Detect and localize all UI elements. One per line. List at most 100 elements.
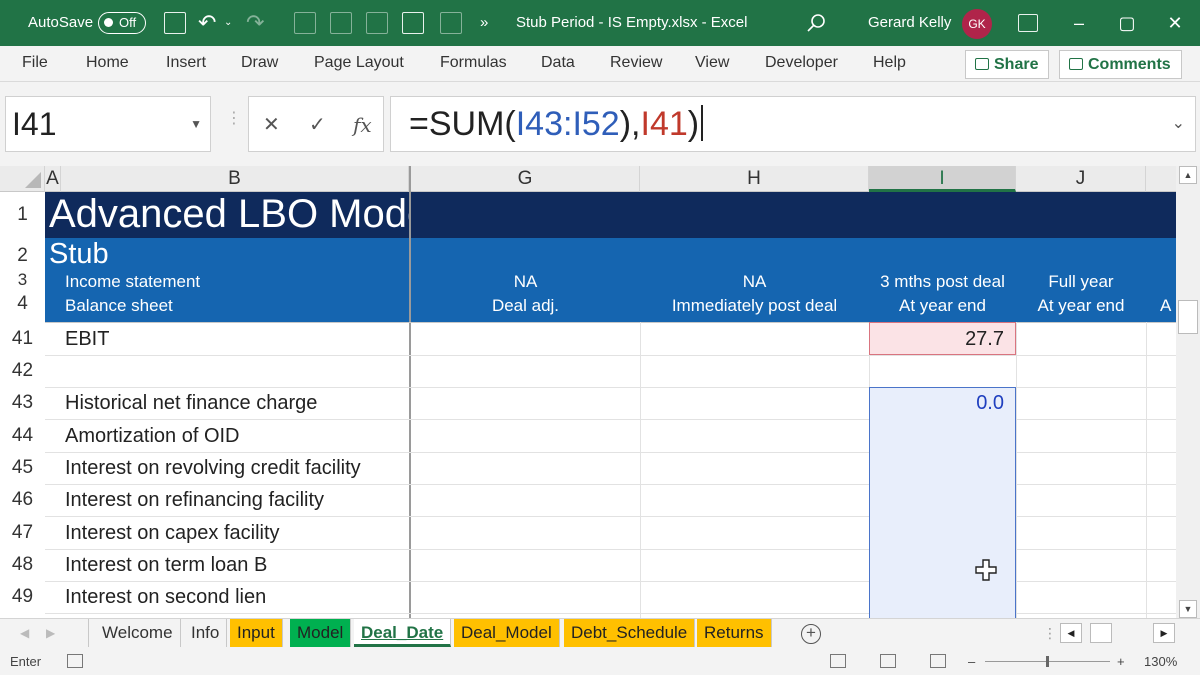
col-header-g[interactable]: G <box>411 166 640 192</box>
row-label[interactable]: EBIT <box>65 323 109 355</box>
row-label[interactable]: Interest on term loan B <box>65 549 267 581</box>
finance-charge-value[interactable]: 0.0 <box>869 387 1004 419</box>
col-header-k[interactable] <box>1146 166 1176 192</box>
prev-sheet-icon[interactable]: ◀ <box>20 619 29 647</box>
row-label[interactable]: Interest on capex facility <box>65 517 280 549</box>
tab-data[interactable]: Data <box>541 46 575 82</box>
sheet-tab-debt-schedule[interactable]: Debt_Schedule <box>564 619 696 647</box>
row-header-46[interactable]: 46 <box>0 484 45 516</box>
row-header-1[interactable]: 1 <box>0 192 45 238</box>
comments-button[interactable]: Comments <box>1059 50 1182 79</box>
text-caret <box>701 105 704 141</box>
avatar[interactable]: GK <box>962 9 992 39</box>
worksheet-grid[interactable]: A B G H I J Advanced LBO Model Stub 1 2 … <box>0 166 1176 618</box>
expand-formula-icon[interactable]: ⌄ <box>1172 97 1185 151</box>
row-label[interactable]: Amortization of OID <box>65 420 240 452</box>
sheet-tab-returns[interactable]: Returns <box>697 619 772 647</box>
undo-dropdown-icon[interactable]: ⌄ <box>224 0 232 46</box>
select-all-corner[interactable] <box>0 166 45 192</box>
row-header-4[interactable]: 4 <box>0 292 45 320</box>
tab-draw[interactable]: Draw <box>241 46 278 82</box>
row-header-41[interactable]: 41 <box>0 323 45 355</box>
row-header-44[interactable]: 44 <box>0 420 45 452</box>
enter-icon[interactable]: ✓ <box>309 97 326 153</box>
redo-icon[interactable]: ↷ <box>246 0 264 46</box>
tab-file[interactable]: File <box>22 46 48 82</box>
sheet-tab-input[interactable]: Input <box>230 619 283 647</box>
freeze-pane-divider <box>409 166 411 618</box>
scroll-down-icon[interactable]: ▼ <box>1179 600 1197 618</box>
tab-formulas[interactable]: Formulas <box>440 46 507 82</box>
tab-page-layout[interactable]: Page Layout <box>314 46 404 82</box>
tab-help[interactable]: Help <box>873 46 906 82</box>
col-header-a[interactable]: A <box>45 166 61 192</box>
row-label[interactable]: Interest on revolving credit facility <box>65 452 361 484</box>
search-icon[interactable] <box>806 12 828 34</box>
row-label[interactable]: Interest on refinancing facility <box>65 484 324 516</box>
ebit-value[interactable]: 27.7 <box>869 323 1004 355</box>
page-break-view-icon[interactable] <box>930 654 946 668</box>
vertical-scrollbar[interactable]: ▲ ▼ <box>1176 166 1200 618</box>
col-header-i[interactable]: I <box>869 166 1016 192</box>
income-statement-label: Income statement <box>65 272 201 291</box>
accessibility-icon[interactable] <box>67 654 83 668</box>
sheet-tab-deal-model[interactable]: Deal_Model <box>454 619 560 647</box>
sheet-tab-welcome[interactable]: Welcome <box>95 619 181 647</box>
formula-input[interactable]: =SUM(I43:I52),I41) ⌄ <box>390 96 1196 152</box>
normal-view-icon[interactable] <box>830 654 846 668</box>
tab-home[interactable]: Home <box>86 46 129 82</box>
calculator-icon[interactable] <box>402 12 424 34</box>
row-header-3[interactable]: 3 <box>0 271 45 288</box>
scroll-right-icon[interactable]: ▶ <box>1153 623 1175 643</box>
tab-developer[interactable]: Developer <box>765 46 838 82</box>
autosave-toggle[interactable]: Off <box>98 12 146 34</box>
col-header-b[interactable]: B <box>61 166 409 192</box>
row-header-2[interactable]: 2 <box>0 238 45 272</box>
sheet-tab-deal-date[interactable]: Deal_Date <box>354 619 452 647</box>
scroll-thumb[interactable] <box>1178 300 1198 334</box>
cancel-icon[interactable]: ✕ <box>263 97 280 153</box>
share-button[interactable]: Share <box>965 50 1050 79</box>
ribbon-display-icon[interactable] <box>1018 14 1038 32</box>
insert-function-icon[interactable]: fx <box>353 97 372 153</box>
zoom-slider-thumb[interactable] <box>1046 656 1049 667</box>
col-header-h[interactable]: H <box>640 166 869 192</box>
minimize-button[interactable]: – <box>1056 0 1102 46</box>
tab-split-handle-icon[interactable]: ⋮ <box>1043 625 1057 642</box>
row-label[interactable]: Historical net finance charge <box>65 387 317 419</box>
horizontal-scroll-thumb[interactable] <box>1090 623 1112 643</box>
more-commands-icon[interactable]: » <box>480 0 488 46</box>
row-header-45[interactable]: 45 <box>0 452 45 484</box>
undo-icon[interactable]: ↶ <box>198 0 216 46</box>
camera-icon[interactable] <box>294 12 316 34</box>
row-header-43[interactable]: 43 <box>0 387 45 419</box>
tab-review[interactable]: Review <box>610 46 662 82</box>
name-box[interactable]: I41 ▼ <box>5 96 211 152</box>
scroll-left-icon[interactable]: ◀ <box>1060 623 1082 643</box>
chevron-down-icon[interactable]: ▼ <box>190 97 202 151</box>
row-header-49[interactable]: 49 <box>0 581 45 613</box>
maximize-button[interactable]: ▢ <box>1104 0 1150 46</box>
close-button[interactable]: ✕ <box>1152 0 1198 46</box>
row-header-47[interactable]: 47 <box>0 517 45 549</box>
form-icon[interactable] <box>330 12 352 34</box>
select-objects-icon[interactable] <box>366 12 388 34</box>
page-layout-view-icon[interactable] <box>880 654 896 668</box>
save-icon[interactable] <box>164 12 186 34</box>
add-sheet-icon[interactable]: + <box>801 624 821 644</box>
row-header-42[interactable]: 42 <box>0 355 45 387</box>
tab-insert[interactable]: Insert <box>166 46 206 82</box>
tab-view[interactable]: View <box>695 46 729 82</box>
sheet-tab-info[interactable]: Info <box>184 619 228 647</box>
next-sheet-icon[interactable]: ▶ <box>46 619 55 647</box>
sheet-nav-icon[interactable] <box>440 12 462 34</box>
col-header-j[interactable]: J <box>1016 166 1146 192</box>
sheet-tab-model[interactable]: Model <box>290 619 352 647</box>
row-header-48[interactable]: 48 <box>0 549 45 581</box>
zoom-in-icon[interactable]: + <box>1117 648 1125 675</box>
scroll-up-icon[interactable]: ▲ <box>1179 166 1197 184</box>
zoom-level[interactable]: 130% <box>1144 648 1177 675</box>
drag-handle-icon[interactable]: ⋮ <box>226 108 242 128</box>
row-label[interactable]: Interest on second lien <box>65 581 266 613</box>
zoom-out-icon[interactable]: – <box>968 648 975 675</box>
